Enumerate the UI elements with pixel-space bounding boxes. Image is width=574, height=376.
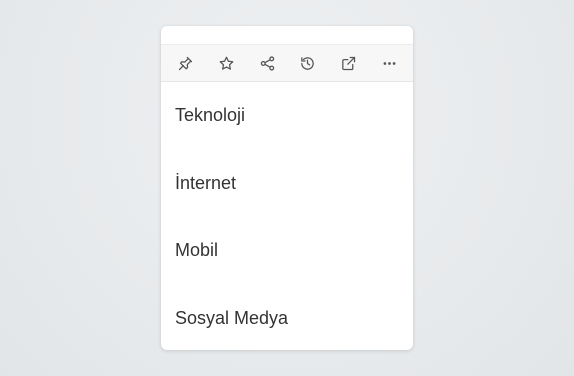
menu-item-label: Mobil (175, 240, 219, 261)
menu-item-label: Sosyal Medya (175, 307, 289, 328)
menu-item-teknoloji[interactable]: Teknoloji (161, 82, 413, 150)
action-toolbar (161, 45, 413, 82)
menu-item-label: Teknoloji (175, 105, 246, 126)
pin-icon (178, 56, 193, 70)
share-icon (260, 55, 274, 71)
more-icon (383, 61, 396, 65)
menu-item-mobil[interactable]: Mobil (161, 217, 413, 285)
menu-item-internet[interactable]: İnternet (161, 150, 413, 218)
more-button[interactable] (369, 45, 410, 82)
popup-card: Teknoloji İnternet Mobil Sosyal Medya (161, 26, 413, 350)
star-button[interactable] (206, 45, 247, 82)
star-icon (219, 56, 234, 70)
menu-item-label: İnternet (175, 172, 237, 193)
menu-item-sosyal-medya[interactable]: Sosyal Medya (161, 285, 413, 351)
external-link-icon (342, 56, 356, 70)
category-menu: Teknoloji İnternet Mobil Sosyal Medya (161, 82, 413, 350)
share-button[interactable] (247, 45, 288, 82)
pin-button[interactable] (165, 45, 206, 82)
open-external-button[interactable] (328, 45, 369, 82)
history-button[interactable] (287, 45, 328, 82)
card-header-strip (161, 26, 413, 45)
history-icon (301, 56, 315, 70)
